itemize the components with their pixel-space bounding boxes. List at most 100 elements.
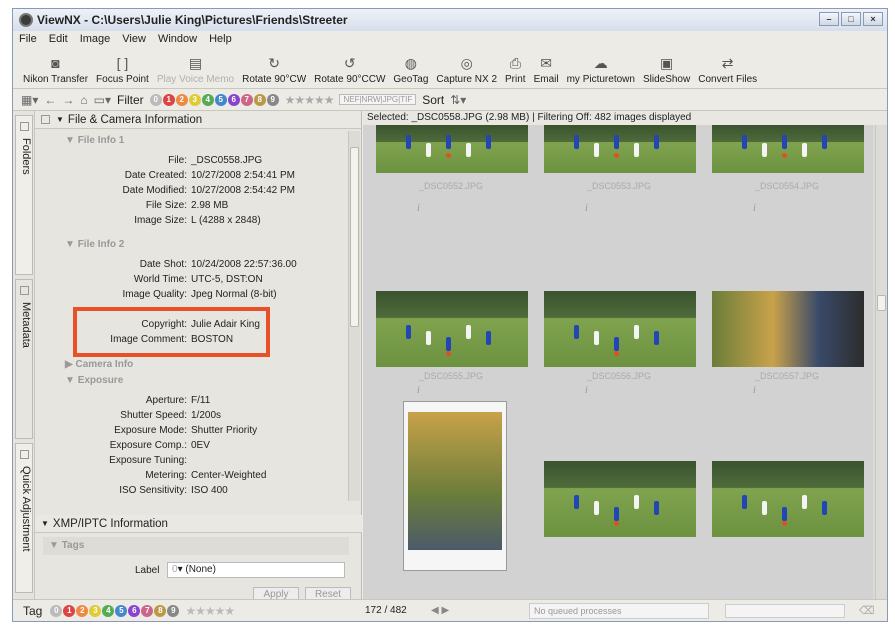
panel-header[interactable]: ▼ File & Camera Information — [35, 111, 361, 129]
toolbar-label: Capture NX 2 — [436, 74, 498, 85]
filter-label-dot-6[interactable]: 6 — [227, 93, 240, 106]
rotate-90-cw-button[interactable]: ↻ Rotate 90°CW — [238, 55, 310, 88]
tags-section[interactable]: ▼ Tags — [43, 537, 349, 555]
player-figure — [634, 325, 639, 339]
filter-label-dot-1[interactable]: 1 — [162, 93, 175, 106]
tag-label-dot-7[interactable]: 7 — [141, 604, 154, 617]
thumbnail-cell[interactable]: _DSC0556.JPG i — [535, 247, 703, 397]
minimize-button[interactable]: – — [819, 12, 839, 26]
menu-window[interactable]: Window — [158, 33, 197, 45]
filter-label-dot-7[interactable]: 7 — [240, 93, 253, 106]
tag-label-dot-9[interactable]: 9 — [167, 604, 180, 617]
thumbnail-image[interactable] — [376, 291, 528, 367]
label-select[interactable]: 0▾ (None) — [167, 562, 345, 578]
thumbnail-cell[interactable] — [535, 401, 703, 551]
info-icon[interactable]: i — [753, 203, 756, 214]
capture-nx-2-icon: ◎ — [460, 55, 473, 71]
rotate-90-ccw-button[interactable]: ↺ Rotate 90°CCW — [310, 55, 389, 88]
section-file-info-1[interactable]: ▼ File Info 1 — [65, 135, 124, 146]
tag-label-dot-1[interactable]: 1 — [63, 604, 76, 617]
filter-label-dot-2[interactable]: 2 — [175, 93, 188, 106]
ball — [446, 153, 451, 158]
capture-nx-2-button[interactable]: ◎ Capture NX 2 — [432, 55, 501, 88]
tag-label-dot-3[interactable]: 3 — [89, 604, 102, 617]
menu-image[interactable]: Image — [80, 33, 111, 45]
print-button[interactable]: ⎙ Print — [501, 55, 530, 88]
menu-edit[interactable]: Edit — [49, 33, 68, 45]
tag-label-dot-8[interactable]: 8 — [154, 604, 167, 617]
thumbnail-image[interactable] — [408, 412, 502, 550]
thumbnail-cell[interactable] — [703, 401, 871, 551]
info-icon[interactable]: i — [417, 203, 420, 214]
email-button[interactable]: ✉ Email — [530, 55, 563, 88]
section-exposure[interactable]: ▼ Exposure — [65, 375, 123, 386]
sort-icon[interactable]: ⇅▾ — [450, 93, 466, 107]
menu-help[interactable]: Help — [209, 33, 232, 45]
filter-label-dot-0[interactable]: 0 — [149, 93, 162, 106]
filter-label-dots[interactable]: 0123456789 — [149, 93, 279, 106]
format-filter[interactable]: NEF|NRW|JPG|TIF — [339, 94, 417, 105]
geotag-button[interactable]: ◍ GeoTag — [389, 55, 432, 88]
folder-icon[interactable]: ▭▾ — [94, 93, 111, 107]
thumbnail-cell[interactable]: _DSC0557.JPGi — [703, 247, 871, 397]
thumbnail-image[interactable] — [544, 291, 696, 367]
info-icon[interactable]: i — [753, 385, 756, 396]
xmp-header[interactable]: ▼ XMP/IPTC Information — [35, 515, 362, 533]
play-voice-memo-button[interactable]: ▤ Play Voice Memo — [153, 55, 238, 88]
menu-file[interactable]: File — [19, 33, 37, 45]
forward-icon[interactable]: → — [62, 93, 74, 107]
nikon-transfer-button[interactable]: ◙ Nikon Transfer — [19, 55, 92, 88]
player-figure — [654, 501, 659, 515]
thumbnail-image[interactable] — [712, 291, 864, 367]
focus-point-button[interactable]: [ ] Focus Point — [92, 55, 153, 88]
info-icon[interactable]: i — [585, 203, 588, 214]
thumbnail-image[interactable] — [376, 125, 528, 173]
filter-label-dot-9[interactable]: 9 — [266, 93, 279, 106]
trash-icon[interactable]: ⌫ — [859, 604, 875, 617]
thumbnail-image[interactable] — [712, 461, 864, 537]
toolbar-label: my Picturetown — [566, 74, 635, 85]
tag-label-dot-4[interactable]: 4 — [102, 604, 115, 617]
info-icon[interactable]: i — [585, 385, 588, 396]
thumbnail-filename: _DSC0557.JPG — [754, 371, 820, 381]
section-file-info-2[interactable]: ▼ File Info 2 — [65, 239, 124, 250]
page-nav[interactable]: ◀ ▶ — [431, 605, 449, 616]
sort-label[interactable]: Sort — [422, 93, 444, 107]
menu-view[interactable]: View — [122, 33, 146, 45]
thumbnail-image[interactable] — [712, 125, 864, 173]
tag-rating-stars[interactable]: ★★★★★ — [185, 604, 235, 618]
tab-quick-adjustment[interactable]: Quick Adjustment — [15, 443, 33, 593]
back-icon[interactable]: ← — [44, 93, 56, 107]
metadata-key: Exposure Tuning: — [109, 455, 187, 466]
thumbnail-image[interactable] — [544, 125, 696, 173]
filter-label-dot-5[interactable]: 5 — [214, 93, 227, 106]
player-figure — [654, 135, 659, 149]
filter-label-dot-3[interactable]: 3 — [188, 93, 201, 106]
tab-metadata[interactable]: Metadata — [15, 279, 33, 439]
convert-files-button[interactable]: ⇄ Convert Files — [694, 55, 761, 88]
tab-folders[interactable]: Folders — [15, 115, 33, 275]
thumbnail-cell[interactable]: _DSC0555.JPG i — [367, 247, 535, 397]
maximize-button[interactable]: □ — [841, 12, 861, 26]
tag-label-dots[interactable]: 0123456789 — [50, 604, 180, 617]
thumbnail-image[interactable] — [544, 461, 696, 537]
tag-label-dot-6[interactable]: 6 — [128, 604, 141, 617]
info-icon[interactable]: i — [417, 385, 420, 396]
section-camera-info[interactable]: ▶ Camera Info — [65, 359, 133, 370]
scrollbar-thumb[interactable] — [877, 295, 886, 311]
tag-label-dot-0[interactable]: 0 — [50, 604, 63, 617]
filter-label-dot-8[interactable]: 8 — [253, 93, 266, 106]
tag-label-dot-2[interactable]: 2 — [76, 604, 89, 617]
thumbnail-cell[interactable] — [403, 401, 507, 571]
slideshow-button[interactable]: ▣ SlideShow — [639, 55, 694, 88]
view-mode-icon[interactable]: ▦▾ — [21, 93, 38, 107]
close-button[interactable]: × — [863, 12, 883, 26]
my-picturetown-button[interactable]: ☁ my Picturetown — [563, 55, 639, 88]
filter-label-dot-4[interactable]: 4 — [201, 93, 214, 106]
tag-label-dot-5[interactable]: 5 — [115, 604, 128, 617]
folder-up-icon[interactable]: ⌂ — [80, 93, 87, 107]
filter-rating-stars[interactable]: ★★★★★ — [285, 93, 335, 107]
thumbnail-browser: Selected: _DSC0558.JPG (2.98 MB) | Filte… — [363, 111, 887, 601]
metadata-key: Exposure Mode: — [114, 425, 187, 436]
browser-scrollbar[interactable] — [875, 125, 887, 601]
